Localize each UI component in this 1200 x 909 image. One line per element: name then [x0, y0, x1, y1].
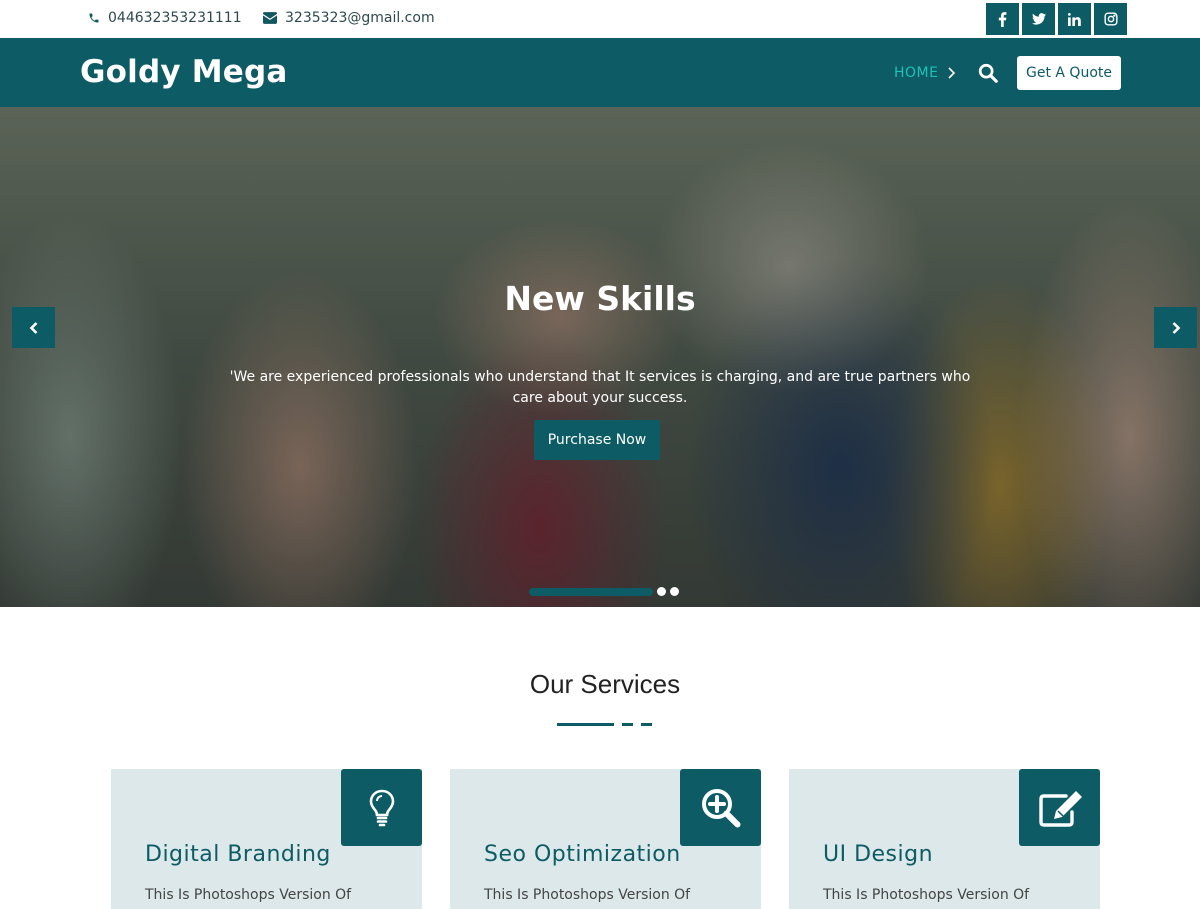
chevron-left-icon	[29, 321, 37, 334]
service-card-title: Digital Branding	[145, 842, 331, 867]
social-links	[986, 3, 1127, 35]
slider-pagination	[529, 587, 679, 596]
get-quote-button[interactable]: Get A Quote	[1017, 56, 1121, 90]
edit-icon	[1019, 769, 1100, 846]
service-card[interactable]: Seo Optimization This Is Photoshops Vers…	[450, 769, 761, 909]
service-card[interactable]: Digital Branding This Is Photoshops Vers…	[111, 769, 422, 909]
hero-slider: New Skills 'We are experienced professio…	[0, 107, 1200, 607]
services-heading: Our Services	[529, 669, 681, 699]
search-plus-icon	[680, 769, 761, 846]
hero-content: New Skills 'We are experienced professio…	[0, 107, 1200, 607]
service-card-text: This Is Photoshops Version Of	[484, 887, 691, 903]
service-card-title: UI Design	[823, 842, 934, 867]
main-header: Goldy Mega HOME Get A Quote	[0, 38, 1200, 107]
top-bar: 044632353231111 3235323@gmail.com	[0, 0, 1200, 38]
slider-prev-button[interactable]	[12, 307, 55, 348]
slider-dot[interactable]	[657, 587, 666, 596]
purchase-now-button[interactable]: Purchase Now	[534, 420, 660, 460]
slider-dot[interactable]	[670, 587, 679, 596]
slider-next-button[interactable]	[1154, 307, 1197, 348]
twitter-icon[interactable]	[1022, 3, 1055, 35]
hero-title: New Skills	[504, 279, 696, 318]
phone-contact[interactable]: 044632353231111	[88, 10, 242, 26]
phone-icon	[89, 13, 99, 23]
email-address: 3235323@gmail.com	[285, 10, 435, 26]
nav-home-label: HOME	[894, 65, 939, 81]
hero-description: 'We are experienced professionals who un…	[229, 369, 971, 406]
service-card-text: This Is Photoshops Version Of	[145, 887, 352, 903]
service-card-text: This Is Photoshops Version Of	[823, 887, 1030, 903]
heading-underline	[557, 723, 652, 726]
slider-dot-active[interactable]	[529, 587, 653, 596]
email-contact[interactable]: 3235323@gmail.com	[263, 10, 435, 26]
nav-item-home[interactable]: HOME	[894, 65, 956, 81]
search-icon[interactable]	[977, 62, 1001, 86]
site-brand[interactable]: Goldy Mega	[80, 54, 288, 90]
lightbulb-icon	[341, 769, 422, 846]
service-card-title: Seo Optimization	[484, 842, 681, 867]
linkedin-icon[interactable]	[1058, 3, 1091, 35]
chevron-right-icon	[948, 67, 956, 79]
envelope-icon	[263, 12, 277, 24]
service-card[interactable]: UI Design This Is Photoshops Version Of	[789, 769, 1100, 909]
chevron-right-icon	[1172, 321, 1180, 334]
phone-number: 044632353231111	[108, 10, 242, 26]
instagram-icon[interactable]	[1094, 3, 1127, 35]
facebook-icon[interactable]	[986, 3, 1019, 35]
